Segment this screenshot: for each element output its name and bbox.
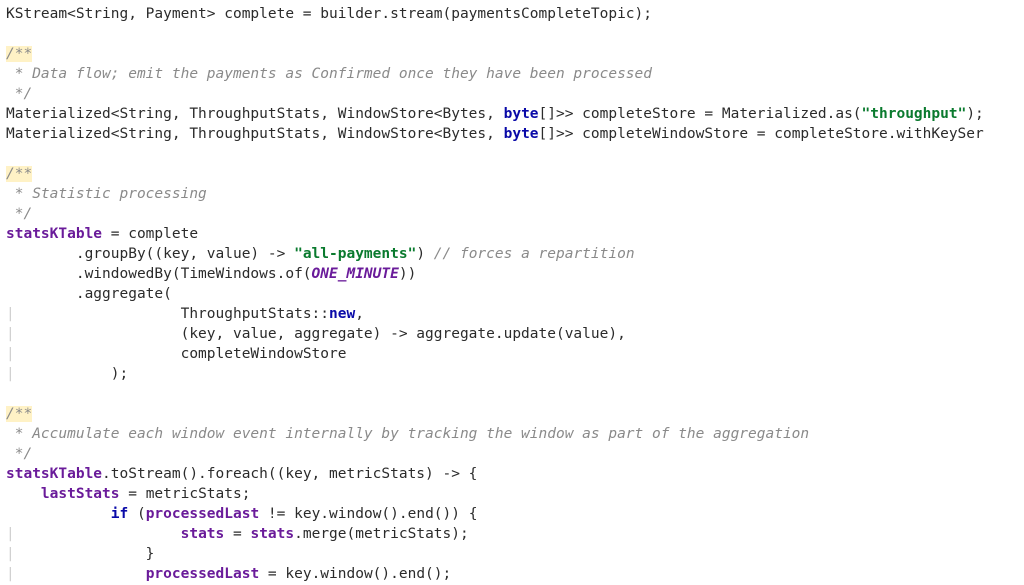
comment-open: /** (6, 46, 32, 62)
comment-close: */ (6, 446, 32, 462)
field-lastStats: lastStats (41, 486, 120, 502)
field-processedLast: processedLast (146, 506, 260, 522)
indent-guide: | (6, 306, 41, 322)
indent-guide: | (6, 546, 41, 562)
field-statsKTable: statsKTable (6, 226, 102, 242)
comment-line: * Data flow; emit the payments as Confir… (6, 66, 652, 82)
field-processedLast: processedLast (146, 566, 260, 582)
comment-close: */ (6, 206, 32, 222)
constant-one-minute: ONE_MINUTE (312, 266, 399, 282)
code-line: KStream<String, Payment> complete = buil… (6, 6, 652, 22)
field-statsKTable: statsKTable (6, 466, 102, 482)
string-literal: "throughput" (862, 106, 967, 122)
code-line: Materialized<String, ThroughputStats, Wi… (6, 126, 504, 142)
indent-guide: | (6, 326, 41, 342)
field-stats: stats (181, 526, 225, 542)
inline-comment: // forces a repartition (434, 246, 635, 262)
code-line: } (41, 546, 155, 562)
keyword-byte: byte (504, 106, 539, 122)
code-line: .aggregate( (6, 286, 172, 302)
code-line: (key, value, aggregate) -> aggregate.upd… (41, 326, 626, 342)
comment-open: /** (6, 406, 32, 422)
field-stats: stats (250, 526, 294, 542)
keyword-new: new (329, 306, 355, 322)
indent-guide: | (6, 526, 41, 542)
indent-guide: | (6, 346, 41, 362)
keyword-if: if (111, 506, 128, 522)
comment-close: */ (6, 86, 32, 102)
code-line: .windowedBy(TimeWindows.of( (6, 266, 312, 282)
code-line: completeWindowStore (41, 346, 347, 362)
comment-line: * Statistic processing (6, 186, 207, 202)
code-line: ); (41, 366, 128, 382)
code-block: KStream<String, Payment> complete = buil… (0, 0, 1024, 585)
comment-open: /** (6, 166, 32, 182)
code-line: .groupBy((key, value) -> (6, 246, 294, 262)
indent-guide: | (6, 366, 41, 382)
code-line: Materialized<String, ThroughputStats, Wi… (6, 106, 504, 122)
keyword-byte: byte (504, 126, 539, 142)
indent-guide: | (6, 566, 41, 582)
comment-line: * Accumulate each window event internall… (6, 426, 809, 442)
string-literal: "all-payments" (294, 246, 416, 262)
